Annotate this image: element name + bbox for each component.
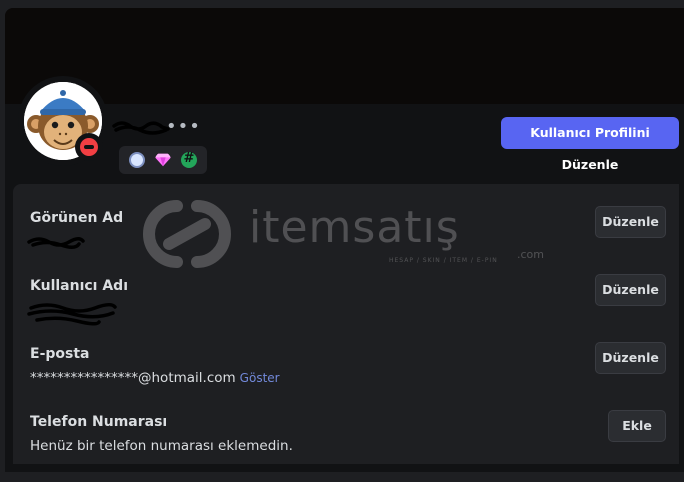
edit-email-button[interactable]: Düzenle [595, 342, 666, 374]
profile-banner [5, 8, 684, 104]
active-developer-badge-icon[interactable] [129, 152, 145, 168]
reveal-email-link[interactable]: Göster [240, 371, 280, 385]
app-frame: ••• # Kullanıcı Profilini Düzenle Görüne… [0, 0, 684, 472]
phone-label: Telefon Numarası [30, 414, 168, 430]
edit-user-profile-button[interactable]: Kullanıcı Profilini Düzenle [501, 117, 679, 172]
edit-display-name-button[interactable]: Düzenle [595, 206, 666, 238]
email-label: E-posta [30, 346, 90, 362]
username-label: Kullanıcı Adı [30, 278, 129, 294]
redacted-display-name [27, 237, 85, 249]
add-phone-button[interactable]: Ekle [608, 410, 666, 442]
redacted-username [112, 121, 170, 135]
display-name-label: Görünen Ad [30, 210, 124, 226]
display-name-row: Görünen Ad Düzenle [13, 206, 679, 278]
email-value-wrap: ****************@hotmail.com Göster [30, 370, 280, 386]
more-options-icon[interactable]: ••• [166, 118, 201, 136]
phone-value: Henüz bir telefon numarası eklemedin. [30, 438, 293, 454]
dnd-status-icon [80, 138, 98, 156]
nitro-gem-badge-icon[interactable] [155, 152, 171, 168]
hashtag-badge-icon[interactable]: # [181, 151, 197, 168]
edit-username-button[interactable]: Düzenle [595, 274, 666, 306]
redacted-username-value [27, 303, 117, 326]
email-row: E-posta ****************@hotmail.com Göst… [13, 342, 679, 414]
email-value: ****************@hotmail.com [30, 370, 236, 386]
username-row: Kullanıcı Adı Düzenle [13, 274, 679, 346]
badge-strip: # [119, 146, 207, 174]
account-info-panel: Görünen Ad Düzenle Kullanıcı Adı Düzenle… [13, 184, 679, 464]
